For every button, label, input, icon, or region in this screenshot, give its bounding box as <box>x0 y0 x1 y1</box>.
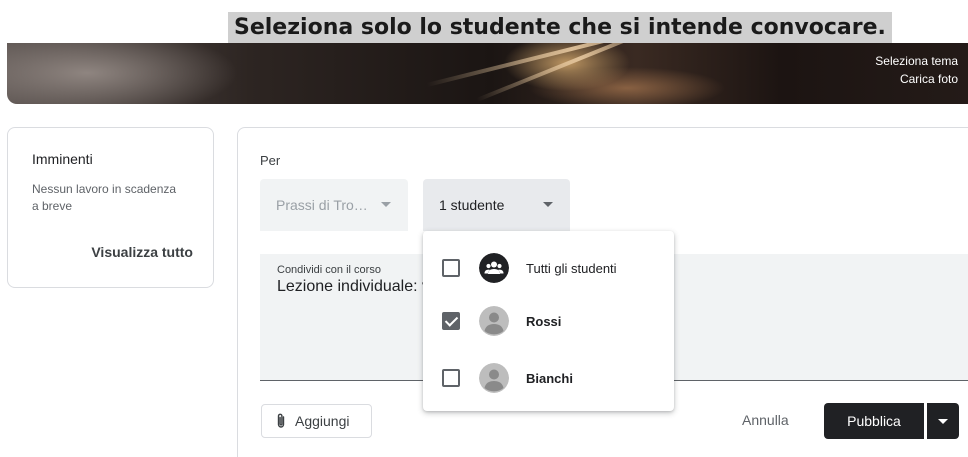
publish-button[interactable]: Pubblica <box>824 403 924 439</box>
rossi-checkbox[interactable] <box>442 312 460 330</box>
bianchi-checkbox[interactable] <box>442 369 460 387</box>
menu-item-student-rossi[interactable]: Rossi <box>423 293 674 349</box>
cancel-button[interactable]: Annulla <box>742 412 789 428</box>
banner-links: Seleziona tema Carica foto <box>875 52 958 88</box>
paperclip-icon <box>277 413 285 428</box>
course-select[interactable]: Prassi di Tro… <box>260 179 408 231</box>
group-icon <box>479 253 509 283</box>
upload-photo-link[interactable]: Carica foto <box>875 70 958 88</box>
students-dropdown-menu: Tutti gli studenti Rossi Bianchi <box>423 231 674 411</box>
add-attachment-button[interactable]: Aggiungi <box>261 404 372 438</box>
chevron-down-icon <box>938 419 948 424</box>
all-students-checkbox[interactable] <box>442 259 460 277</box>
menu-item-label: Rossi <box>526 313 562 329</box>
menu-item-label: Tutti gli studenti <box>526 260 617 276</box>
menu-item-student-bianchi[interactable]: Bianchi <box>423 350 674 406</box>
class-banner-image <box>7 43 968 104</box>
person-avatar-icon <box>479 363 509 393</box>
publish-options-button[interactable] <box>927 403 959 439</box>
upcoming-card: Imminenti Nessun lavoro in scadenza a br… <box>7 127 214 288</box>
add-button-label: Aggiungi <box>295 413 350 429</box>
view-all-link[interactable]: Visualizza tutto <box>91 244 193 260</box>
students-select-value: 1 studente <box>439 197 505 213</box>
for-label: Per <box>260 153 281 168</box>
upcoming-title: Imminenti <box>32 151 93 167</box>
share-field-text: Lezione individuale: v <box>277 278 423 295</box>
instruction-caption: Seleziona solo lo studente che si intend… <box>228 12 892 43</box>
menu-item-label: Bianchi <box>526 370 573 386</box>
students-select[interactable]: 1 studente <box>423 179 570 231</box>
chevron-down-icon <box>381 202 391 207</box>
select-theme-link[interactable]: Seleziona tema <box>875 52 958 70</box>
course-select-value: Prassi di Tro… <box>276 197 368 213</box>
share-field-label: Condividi con il corso <box>277 264 381 276</box>
person-avatar-icon <box>479 306 509 336</box>
menu-item-all-students[interactable]: Tutti gli studenti <box>423 240 674 296</box>
chevron-down-icon <box>543 202 553 207</box>
upcoming-empty-text: Nessun lavoro in scadenza a breve <box>32 182 177 213</box>
